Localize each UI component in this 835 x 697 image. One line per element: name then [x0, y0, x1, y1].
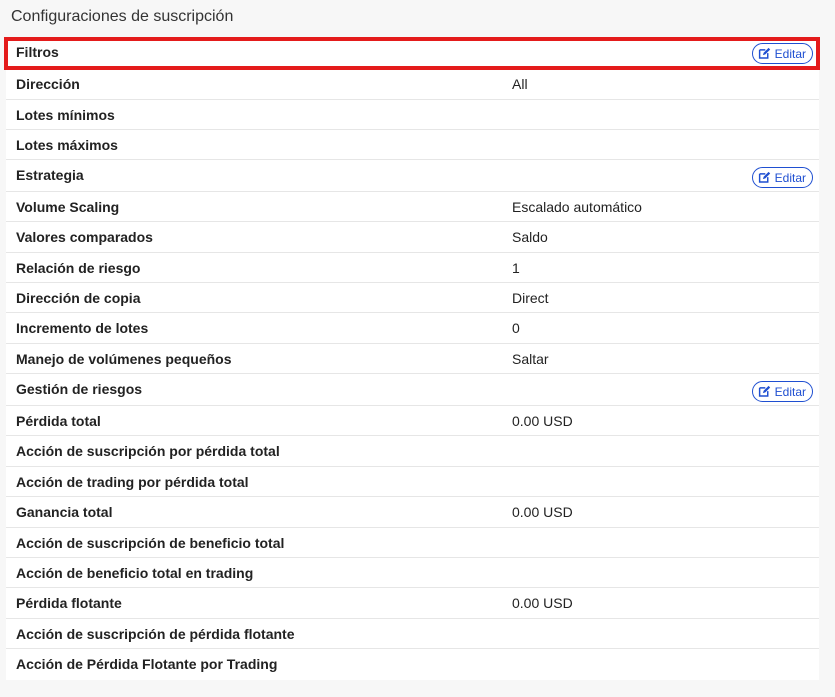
edit-filters-button[interactable]: Editar [751, 43, 813, 64]
setting-label: Pérdida flotante [16, 595, 122, 611]
edit-filters-label: Editar [774, 46, 806, 61]
edit-strategy-button[interactable]: Editar [751, 167, 813, 188]
setting-label: Ganancia total [16, 504, 113, 520]
setting-value: 0.00 USD [512, 413, 573, 429]
setting-value: 0.00 USD [512, 504, 573, 520]
setting-value: 1 [512, 260, 520, 276]
edit-icon [758, 171, 770, 183]
setting-row: Dirección All [6, 69, 819, 100]
setting-row: Volume Scaling Escalado automático [6, 192, 819, 222]
setting-label: Acción de suscripción de beneficio total [16, 535, 285, 551]
setting-row: Acción de suscripción de pérdida flotant… [6, 619, 819, 649]
edit-risk-management-label: Editar [774, 384, 806, 399]
section-title-risk-management: Gestión de riesgos [16, 381, 143, 397]
setting-row: Acción de beneficio total en trading [6, 558, 819, 588]
setting-label: Dirección [16, 76, 80, 92]
setting-value: 0 [512, 320, 520, 336]
setting-value: Saldo [512, 229, 548, 245]
setting-row: Valores comparados Saldo [6, 222, 819, 253]
setting-label: Relación de riesgo [16, 260, 141, 276]
setting-label: Acción de suscripción por pérdida total [16, 443, 280, 459]
setting-row: Relación de riesgo 1 [6, 253, 819, 283]
setting-row: Incremento de lotes 0 [6, 313, 819, 344]
setting-label: Incremento de lotes [16, 320, 149, 336]
setting-value: 0.00 USD [512, 595, 573, 611]
setting-label: Lotes mínimos [16, 107, 115, 123]
setting-row: Pérdida total 0.00 USD [6, 406, 819, 436]
edit-icon [758, 47, 770, 59]
setting-row: Acción de Pérdida Flotante por Trading [6, 649, 819, 680]
setting-label: Dirección de copia [16, 290, 141, 306]
setting-label: Acción de beneficio total en trading [16, 565, 254, 581]
setting-label: Acción de trading por pérdida total [16, 474, 249, 490]
setting-label: Manejo de volúmenes pequeños [16, 351, 232, 367]
setting-row: Dirección de copia Direct [6, 283, 819, 313]
edit-strategy-label: Editar [774, 170, 806, 185]
setting-row: Acción de suscripción por pérdida total [6, 436, 819, 467]
setting-label: Acción de suscripción de pérdida flotant… [16, 626, 295, 642]
setting-value: Saltar [512, 351, 549, 367]
section-title-filters: Filtros [16, 44, 59, 60]
section-header-risk-management: Gestión de riesgos Editar [6, 374, 819, 406]
setting-row: Manejo de volúmenes pequeños Saltar [6, 344, 819, 374]
setting-label: Volume Scaling [16, 199, 120, 215]
setting-row: Acción de suscripción de beneficio total [6, 528, 819, 558]
section-title-strategy: Estrategia [16, 167, 84, 183]
setting-label: Acción de Pérdida Flotante por Trading [16, 656, 278, 672]
setting-row: Ganancia total 0.00 USD [6, 497, 819, 528]
setting-label: Lotes máximos [16, 137, 118, 153]
setting-value: Escalado automático [512, 199, 642, 215]
edit-risk-management-button[interactable]: Editar [751, 381, 813, 402]
setting-row: Acción de trading por pérdida total [6, 467, 819, 497]
section-header-strategy: Estrategia Editar [6, 160, 819, 192]
section-header-filters: Filtros Editar [6, 37, 819, 68]
setting-row: Lotes máximos [6, 130, 819, 160]
subscription-settings-panel: Filtros Editar Dirección All Lotes mínim… [6, 37, 819, 680]
setting-value: Direct [512, 290, 549, 306]
setting-row: Pérdida flotante 0.00 USD [6, 588, 819, 619]
setting-label: Valores comparados [16, 229, 153, 245]
setting-value: All [512, 76, 528, 92]
setting-label: Pérdida total [16, 413, 101, 429]
setting-row: Lotes mínimos [6, 100, 819, 130]
edit-icon [758, 385, 770, 397]
page-title: Configuraciones de suscripción [11, 8, 234, 25]
